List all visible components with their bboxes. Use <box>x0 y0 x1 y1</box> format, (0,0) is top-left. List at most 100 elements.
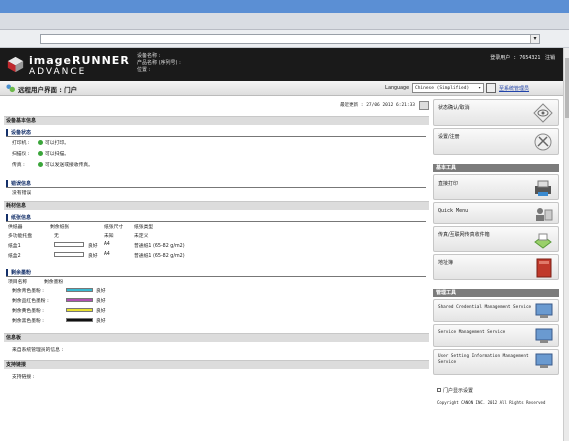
address-dropdown-icon[interactable]: ▾ <box>530 35 539 43</box>
status-ok-icon <box>38 151 43 156</box>
section-consumables: 耗材信息 <box>4 201 429 210</box>
address-bar[interactable]: ▾ <box>40 34 540 44</box>
paper-size: A4 <box>104 242 110 247</box>
button-label: 传真/互联网传真收件箱 <box>438 232 490 238</box>
subheading-error-info: 错误信息 <box>6 180 31 187</box>
address-book-button[interactable]: 地址簿 <box>433 254 559 280</box>
toner-level-swatch <box>66 317 93 322</box>
paper-level-bar <box>54 252 84 257</box>
paper-type: 未定义 <box>134 234 149 239</box>
main-content: 最近更新 : 27/06 2012 6:21:33 设备基本信息 设备状态 打印… <box>4 96 429 436</box>
users-icon <box>536 208 553 221</box>
subheading-device-status: 设备状态 <box>6 129 31 136</box>
quick-menu-button[interactable]: Quick Menu <box>433 202 559 224</box>
section-messages: 信息板 <box>4 333 429 342</box>
login-user: 登录用户 : 7654321 <box>490 55 541 61</box>
settings-small-icon <box>437 388 441 392</box>
col-header: 剩余墨粉 <box>44 280 64 285</box>
col-header: 剩余纸张 <box>50 225 70 230</box>
paper-source: 纸盒2 <box>8 254 21 259</box>
scrollbar-thumb[interactable] <box>565 58 569 118</box>
cube-logo-icon <box>7 56 24 73</box>
toner-level-swatch <box>66 297 93 302</box>
toner-status: 良好 <box>96 289 106 294</box>
settings-button[interactable]: 设置/注册 <box>433 128 559 155</box>
subheading-toner: 剩余墨粉 <box>6 269 31 276</box>
inbox-tray-icon <box>534 233 552 249</box>
paper-source: 纸盒1 <box>8 244 21 249</box>
col-header: 供纸器 <box>8 225 23 230</box>
status-label: 传真 : <box>12 163 25 168</box>
page-title: 远程用户界面 : 门户 <box>18 86 78 94</box>
button-label: Shared Credential Management Service <box>438 305 532 310</box>
fax-inbox-button[interactable]: 传真/互联网传真收件箱 <box>433 226 559 252</box>
basic-tools-header: 基本工具 <box>433 164 559 172</box>
printer-icon <box>535 180 551 196</box>
language-select[interactable]: Chinese (Simplified) ▾ <box>412 83 484 93</box>
status-monitor-button[interactable]: 状态确认/取消 <box>433 99 559 126</box>
language-label: Language <box>385 85 410 91</box>
device-info: 设备名称 : 产品名称 (序列号) : 位置 : <box>137 53 181 74</box>
status-row-scanner: 扫描仪 : 可以扫描。 <box>12 150 69 157</box>
language-value: Chinese (Simplified) <box>415 86 470 91</box>
portal-home-icon <box>6 84 15 93</box>
divider <box>6 187 426 188</box>
divider <box>6 276 426 277</box>
paper-size: A4 <box>104 252 110 257</box>
status-label: 扫描仪 : <box>12 152 30 157</box>
toner-label: 剩余黑色墨粉 : <box>12 319 44 324</box>
status-ok-icon <box>38 140 43 145</box>
button-label: 设置/注册 <box>438 134 460 140</box>
browser-address-area: ▾ <box>0 30 569 48</box>
portal-title-bar: 远程用户界面 : 门户 Language Chinese (Simplified… <box>0 81 563 96</box>
status-label: 打印机 : <box>12 141 30 146</box>
brand-subtitle: ADVANCE <box>29 67 87 77</box>
toner-status: 良好 <box>96 309 106 314</box>
status-value: 可以扫描。 <box>45 152 69 157</box>
browser-toolbar <box>0 13 569 30</box>
toner-level-swatch <box>66 307 93 312</box>
section-device-basic-info: 设备基本信息 <box>4 116 429 125</box>
paper-level-bar <box>54 242 84 247</box>
monitor-icon <box>535 353 553 368</box>
refresh-button[interactable] <box>419 101 429 110</box>
device-name-label: 设备名称 : <box>137 53 161 59</box>
error-none-text: 没有错误 <box>12 191 32 196</box>
product-name-label: 产品名称 (序列号) : <box>137 60 181 66</box>
button-label: 直接打印 <box>438 181 459 187</box>
management-tools-header: 管理工具 <box>433 289 559 297</box>
last-updated: 最近更新 : 27/06 2012 6:21:33 <box>340 102 415 108</box>
header: imageRUNNER ADVANCE 设备名称 : 产品名称 (序列号) : … <box>0 48 563 81</box>
location-label: 位置 : <box>137 67 151 73</box>
button-label: 地址簿 <box>438 260 454 266</box>
gear-tools-icon <box>534 133 552 151</box>
button-label: 状态确认/取消 <box>438 105 470 111</box>
shared-credential-button[interactable]: Shared Credential Management Service <box>433 299 559 322</box>
user-setting-button[interactable]: User Setting Information Management Serv… <box>433 349 559 375</box>
toner-status: 良好 <box>96 319 106 324</box>
direct-print-button[interactable]: 直接打印 <box>433 174 559 200</box>
paper-source: 多功能托盘 <box>8 234 32 239</box>
mail-admin-link[interactable]: 至系统管理员 <box>499 85 529 92</box>
status-value: 可以发送或接收传真。 <box>45 163 93 168</box>
language-apply-button[interactable] <box>486 83 496 93</box>
logout-link[interactable]: 注销 <box>545 55 555 61</box>
portal-display-link[interactable]: 门户显示设置 <box>437 387 473 394</box>
brand-name: imageRUNNER <box>29 54 130 67</box>
button-label: Service Management Service <box>438 330 506 335</box>
support-text: 支持链接 : <box>12 375 35 380</box>
button-label: Quick Menu <box>438 208 469 214</box>
status-ok-icon <box>38 162 43 167</box>
paper-remaining: 无 <box>54 234 59 239</box>
col-header: 纸张类型 <box>134 225 154 230</box>
vertical-scrollbar[interactable] <box>563 48 569 441</box>
toner-status: 良好 <box>96 299 106 304</box>
service-management-button[interactable]: Service Management Service <box>433 324 559 347</box>
paper-type: 普通纸1 (65-82 g/m2) <box>134 244 185 249</box>
toner-label: 剩余黄色墨粉 : <box>12 309 44 314</box>
toner-label: 剩余品红色墨粉 : <box>12 299 49 304</box>
col-header: 纸张尺寸 <box>104 225 124 230</box>
section-support: 支持链接 <box>4 360 429 369</box>
toner-label: 剩余青色墨粉 : <box>12 289 44 294</box>
last-updated-text: 最近更新 : 27/06 2012 6:21:33 <box>340 103 415 108</box>
